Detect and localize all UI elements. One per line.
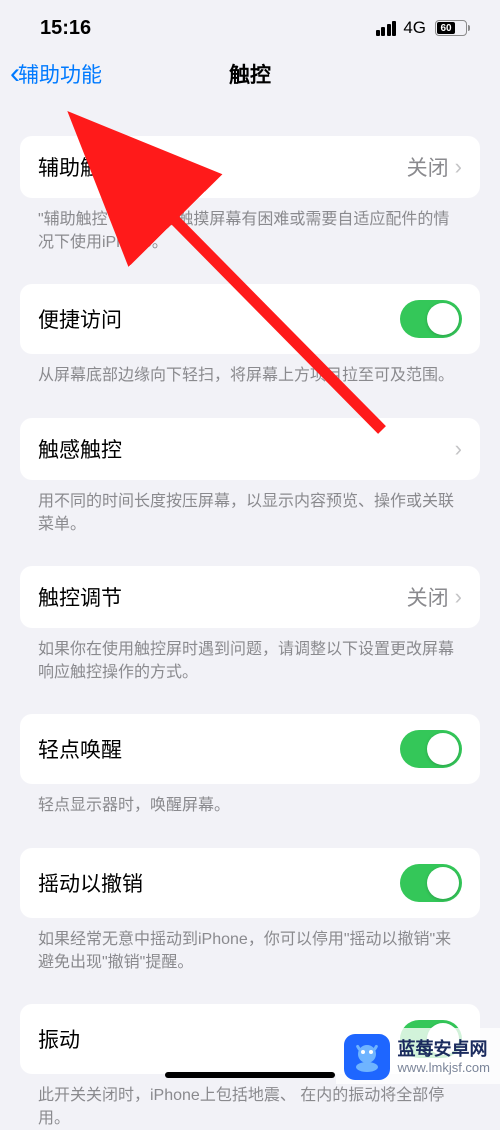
tap-to-wake-toggle[interactable] xyxy=(400,730,462,768)
chevron-right-icon: › xyxy=(455,154,462,180)
back-label: 辅助功能 xyxy=(18,59,102,89)
network-label: 4G xyxy=(403,18,426,38)
shake-to-undo-toggle[interactable] xyxy=(400,864,462,902)
navigation-bar: ‹ 辅助功能 触控 xyxy=(0,48,500,100)
row-footer: 用不同的时间长度按压屏幕，以显示内容预览、操作或关联菜单。 xyxy=(20,480,480,536)
row-assistive-touch[interactable]: 辅助触控 关闭 › xyxy=(20,136,480,198)
status-bar: 15:16 4G 60 xyxy=(0,0,500,48)
row-footer: 从屏幕底部边缘向下轻扫，将屏幕上方项目拉至可及范围。 xyxy=(20,354,480,387)
row-footer: "辅助触控"可让你在触摸屏幕有困难或需要自适应配件的情况下使用iPhone。 xyxy=(20,198,480,254)
row-label: 辅助触控 xyxy=(38,152,122,182)
watermark-title: 蓝莓安卓网 xyxy=(398,1038,490,1061)
home-indicator xyxy=(165,1072,335,1078)
row-footer: 如果你在使用触控屏时遇到问题，请调整以下设置更改屏幕响应触控操作的方式。 xyxy=(20,628,480,684)
row-reachability[interactable]: 便捷访问 xyxy=(20,284,480,354)
back-button[interactable]: ‹ 辅助功能 xyxy=(10,59,102,89)
watermark-logo-icon xyxy=(344,1034,390,1080)
watermark: 蓝莓安卓网 www.lmkjsf.com xyxy=(336,1028,500,1084)
row-value: 关闭 xyxy=(407,152,449,182)
watermark-url: www.lmkjsf.com xyxy=(398,1060,490,1076)
row-label: 触控调节 xyxy=(38,582,122,612)
row-tap-to-wake[interactable]: 轻点唤醒 xyxy=(20,714,480,784)
row-label: 摇动以撤销 xyxy=(38,868,143,898)
page-title: 触控 xyxy=(229,59,271,89)
row-label: 便捷访问 xyxy=(38,304,122,334)
row-footer: 如果经常无意中摇动到iPhone，你可以停用"摇动以撤销"来避免出现"撤销"提醒… xyxy=(20,918,480,974)
cellular-signal-icon xyxy=(376,21,397,36)
row-label: 触感触控 xyxy=(38,434,122,464)
row-haptic-touch[interactable]: 触感触控 › xyxy=(20,418,480,480)
row-label: 振动 xyxy=(38,1024,80,1054)
settings-list: 辅助触控 关闭 › "辅助触控"可让你在触摸屏幕有困难或需要自适应配件的情况下使… xyxy=(0,136,500,1130)
row-touch-accommodations[interactable]: 触控调节 关闭 › xyxy=(20,566,480,628)
reachability-toggle[interactable] xyxy=(400,300,462,338)
row-value: 关闭 xyxy=(407,582,449,612)
row-footer: 轻点显示器时，唤醒屏幕。 xyxy=(20,784,480,817)
status-right: 4G 60 xyxy=(376,18,470,38)
chevron-right-icon: › xyxy=(455,584,462,610)
row-shake-to-undo[interactable]: 摇动以撤销 xyxy=(20,848,480,918)
row-label: 轻点唤醒 xyxy=(38,734,122,764)
battery-icon: 60 xyxy=(435,20,470,36)
status-time: 15:16 xyxy=(40,17,91,40)
chevron-right-icon: › xyxy=(455,436,462,462)
